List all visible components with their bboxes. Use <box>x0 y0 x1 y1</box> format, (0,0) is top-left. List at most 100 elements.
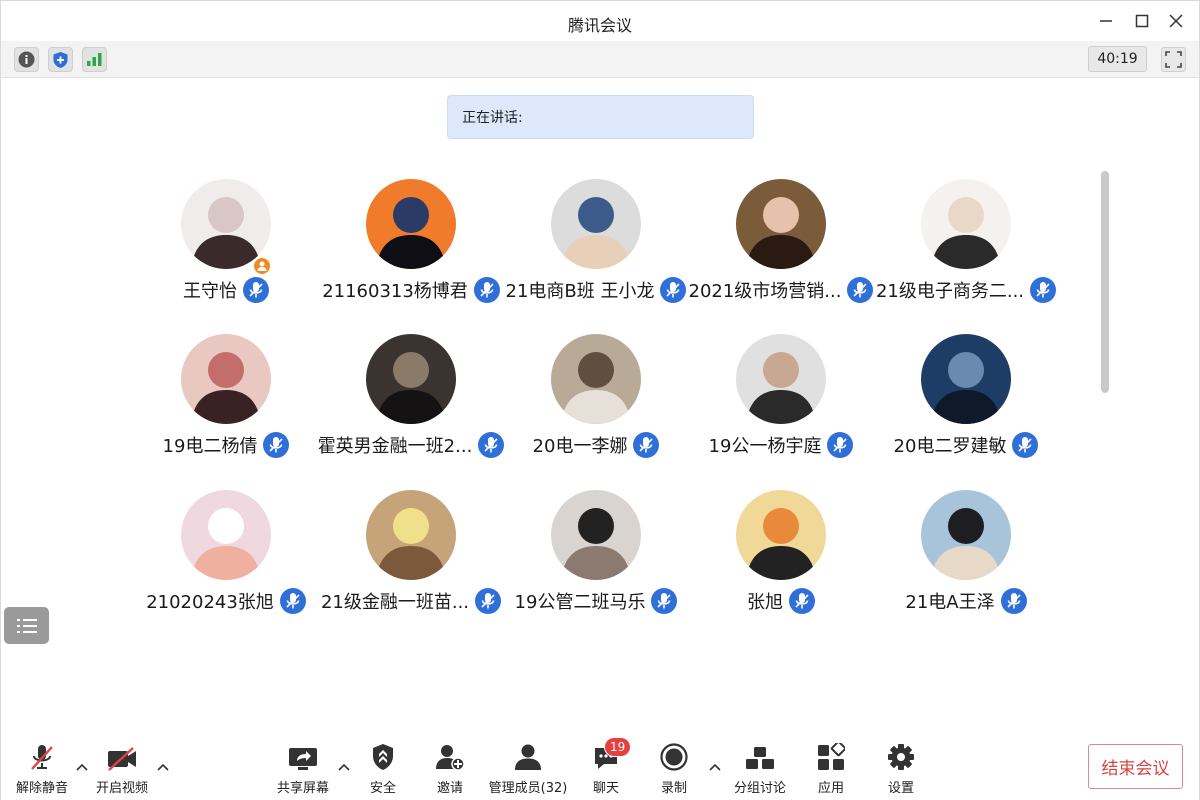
participant-avatar <box>736 490 826 580</box>
end-meeting-button[interactable]: 结束会议 <box>1088 744 1183 789</box>
breakout-rooms-button[interactable]: 分组讨论 <box>731 741 789 797</box>
participant-avatar <box>736 179 826 269</box>
settings-button[interactable]: 设置 <box>881 741 921 797</box>
grid-scrollbar[interactable] <box>1101 171 1109 393</box>
camera-off-icon <box>108 747 136 771</box>
participant-name-row: 21电A王泽 <box>856 588 1076 614</box>
participant-tile[interactable]: 21160313杨博君 <box>321 179 501 319</box>
participant-name: 21级金融一班苗... <box>320 592 470 613</box>
breakout-rooms-icon <box>746 747 774 769</box>
chat-unread-badge: 19 <box>604 737 632 757</box>
participant-tile[interactable]: 张旭 <box>691 490 871 630</box>
participant-tile[interactable]: 19公管二班马乐 <box>506 490 686 630</box>
start-video-label: 开启视频 <box>95 781 148 796</box>
participant-name: 霍英男金融一班2... <box>317 436 473 457</box>
chat-label: 聊天 <box>592 781 619 796</box>
participant-name: 20电一李娜 <box>532 436 628 457</box>
participant-avatar <box>366 179 456 269</box>
participant-avatar <box>736 334 826 424</box>
mic-status-icon <box>633 432 660 458</box>
participant-name: 20电二罗建敏 <box>893 436 1007 457</box>
mic-status-icon <box>789 588 815 614</box>
chevron-up-icon <box>157 763 169 771</box>
gear-icon <box>888 744 914 770</box>
chevron-up-icon <box>76 763 88 771</box>
participant-tile[interactable]: 霍英男金融一班2... <box>317 334 505 474</box>
participant-avatar <box>366 334 456 424</box>
participant-avatar <box>181 179 271 269</box>
participant-tile[interactable]: 2021级市场营销... <box>688 179 874 319</box>
breakout-rooms-label: 分组讨论 <box>733 781 786 796</box>
participant-avatar <box>551 490 641 580</box>
participant-name: 21电商B班 王小龙 <box>505 281 655 302</box>
unmute-button[interactable]: 解除静音 <box>13 741 71 797</box>
mic-muted-icon <box>31 745 53 770</box>
mic-status-icon <box>827 432 854 458</box>
record-button[interactable]: 录制 <box>654 741 694 797</box>
participant-name: 21160313杨博君 <box>322 281 468 302</box>
participant-tile[interactable]: 19公一杨宇庭 <box>691 334 871 474</box>
participant-name: 2021级市场营销... <box>688 281 842 302</box>
participant-tile[interactable]: 20电一李娜 <box>506 334 686 474</box>
start-video-button[interactable]: 开启视频 <box>93 741 151 797</box>
participant-tile[interactable]: 19电二杨倩 <box>136 334 316 474</box>
members-icon <box>515 744 541 770</box>
participant-avatar <box>551 179 641 269</box>
share-screen-label: 共享屏幕 <box>276 781 329 796</box>
participant-name: 张旭 <box>747 592 783 613</box>
host-icon <box>252 256 272 276</box>
participant-tile[interactable]: 21级金融一班苗... <box>320 490 502 630</box>
control-bar: 解除静音 开启视频 共享屏幕 安全 邀请 管理成员(32) 19 聊天 录制 分… <box>1 731 1199 800</box>
participant-avatar <box>366 490 456 580</box>
chevron-up-icon <box>709 763 721 771</box>
apps-label: 应用 <box>817 781 844 796</box>
audio-options-caret[interactable] <box>75 761 89 773</box>
participant-grid: 王守怡 21160313杨博君 21电商B班 王小龙 2021级市场营销... 21级电… <box>1 1 1200 641</box>
record-options-caret[interactable] <box>708 761 722 773</box>
record-label: 录制 <box>660 781 687 796</box>
manage-members-button[interactable]: 管理成员(32) <box>487 741 569 797</box>
participant-tile[interactable]: 21电A王泽 <box>876 490 1056 630</box>
participant-name: 19公一杨宇庭 <box>708 436 822 457</box>
manage-members-label: 管理成员(32) <box>488 781 568 796</box>
participant-avatar <box>551 334 641 424</box>
participant-tile[interactable]: 21电商B班 王小龙 <box>505 179 687 319</box>
participant-avatar <box>921 179 1011 269</box>
chat-button[interactable]: 19 聊天 <box>586 737 632 797</box>
settings-label: 设置 <box>887 781 914 796</box>
participant-name: 19电二杨倩 <box>162 436 258 457</box>
participant-tile[interactable]: 王守怡 <box>136 179 316 319</box>
invite-button[interactable]: 邀请 <box>429 741 471 797</box>
participant-name: 王守怡 <box>183 281 237 302</box>
participant-name: 19公管二班马乐 <box>514 592 646 613</box>
participant-list-toggle[interactable] <box>4 607 49 644</box>
participant-name: 21级电子商务二... <box>875 281 1025 302</box>
security-label: 安全 <box>369 781 396 796</box>
unmute-label: 解除静音 <box>15 781 68 796</box>
apps-button[interactable]: 应用 <box>811 741 851 797</box>
record-icon <box>660 743 688 771</box>
participant-avatar <box>181 334 271 424</box>
list-icon <box>16 618 37 633</box>
participant-name-row: 20电二罗建敏 <box>856 432 1076 458</box>
chevron-up-icon <box>338 763 350 771</box>
participant-tile[interactable]: 21级电子商务二... <box>876 179 1057 319</box>
participant-tile[interactable]: 20电二罗建敏 <box>876 334 1056 474</box>
mic-status-icon <box>263 432 290 458</box>
participant-name: 21020243张旭 <box>146 592 274 613</box>
mic-status-icon <box>243 277 269 303</box>
participant-tile[interactable]: 21020243张旭 <box>136 490 316 630</box>
security-shield-icon <box>373 744 393 770</box>
video-options-caret[interactable] <box>156 761 170 773</box>
participant-avatar <box>921 334 1011 424</box>
participant-name-row: 21级电子商务二... <box>856 277 1076 303</box>
mic-status-icon <box>1030 277 1057 303</box>
security-button[interactable]: 安全 <box>363 741 403 797</box>
participant-name: 21电A王泽 <box>905 592 995 613</box>
share-options-caret[interactable] <box>337 761 351 773</box>
share-screen-button[interactable]: 共享屏幕 <box>273 741 333 797</box>
share-screen-icon <box>289 748 317 770</box>
mic-status-icon <box>1012 432 1039 458</box>
participant-avatar <box>181 490 271 580</box>
mic-status-icon <box>1000 588 1027 614</box>
